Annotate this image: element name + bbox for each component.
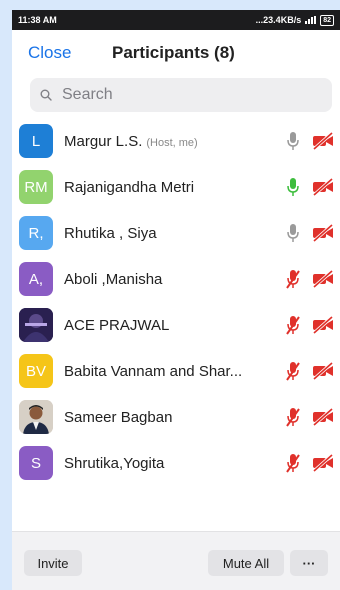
microphone-muted-icon[interactable] (286, 269, 300, 289)
video-off-icon[interactable] (312, 316, 334, 334)
microphone-muted-icon[interactable] (286, 361, 300, 381)
participant-role: (Host, me) (146, 136, 198, 149)
video-off-icon[interactable] (312, 178, 334, 196)
avatar (19, 308, 53, 342)
participant-name-text: Rajanigandha Metri (64, 178, 195, 196)
participant-name: Rajanigandha Metri (64, 179, 194, 196)
video-off-icon[interactable] (312, 224, 334, 242)
participant-name: Aboli ,Manisha (64, 271, 162, 288)
search-bar[interactable] (30, 78, 332, 112)
mute-all-button[interactable]: Mute All (208, 550, 284, 576)
search-icon (40, 89, 52, 101)
header: Close Participants (8) (12, 30, 340, 76)
microphone-icon[interactable] (286, 177, 300, 197)
participant-name-text: Babita Vannam and Shar... (64, 362, 243, 380)
signal-icon (305, 16, 317, 24)
more-options-button[interactable]: ··· (290, 550, 328, 576)
video-off-icon[interactable] (312, 362, 334, 380)
avatar (19, 400, 53, 434)
status-time: 11:38 AM (18, 15, 57, 25)
participant-name: Shrutika,Yogita (64, 455, 164, 472)
participant-name-text: Sameer Bagban (64, 408, 173, 426)
close-button[interactable]: Close (28, 43, 71, 63)
participant-name: Rhutika , Siya (64, 225, 157, 242)
status-indicators: ...23.4KB/s 82 (255, 14, 334, 26)
microphone-icon[interactable] (286, 223, 300, 243)
page-title: Participants (8) (112, 43, 235, 62)
video-off-icon[interactable] (312, 454, 334, 472)
avatar: RM (19, 170, 53, 204)
avatar: A, (19, 262, 53, 296)
avatar: S (19, 446, 53, 480)
avatar: L (19, 124, 53, 158)
status-bar: 11:38 AM ...23.4KB/s 82 (12, 10, 340, 30)
participants-screen: 11:38 AM ...23.4KB/s 82 Close Participan… (12, 10, 340, 590)
video-off-icon[interactable] (312, 408, 334, 426)
participant-name: Sameer Bagban (64, 409, 172, 426)
participant-name: ACE PRAJWAL (64, 317, 169, 334)
video-off-icon[interactable] (312, 132, 334, 150)
battery-icon: 82 (320, 14, 334, 26)
participant-row[interactable]: S Shrutika,Yogita (12, 440, 340, 486)
participant-name-text: Margur L.S. (64, 132, 143, 150)
participant-name-text: Aboli ,Manisha (64, 270, 163, 288)
microphone-icon[interactable] (286, 131, 300, 151)
participant-row[interactable]: R, Rhutika , Siya (12, 210, 340, 256)
bottom-toolbar: Invite Mute All ··· (12, 531, 340, 590)
participant-row[interactable]: RM Rajanigandha Metri (12, 164, 340, 210)
video-off-icon[interactable] (312, 270, 334, 288)
participant-row[interactable]: BV Babita Vannam and Shar... (12, 348, 340, 394)
avatar: BV (19, 354, 53, 388)
participant-row[interactable]: Sameer Bagban (12, 394, 340, 440)
network-speed: ...23.4KB/s (255, 15, 302, 25)
microphone-muted-icon[interactable] (286, 453, 300, 473)
microphone-muted-icon[interactable] (286, 407, 300, 427)
participant-name-text: ACE PRAJWAL (64, 316, 170, 334)
participant-name: Babita Vannam and Shar... (64, 363, 242, 380)
participant-name-text: Rhutika , Siya (64, 224, 157, 242)
participant-row[interactable]: A, Aboli ,Manisha (12, 256, 340, 302)
participant-name: Margur L.S. (Host, me) (64, 133, 198, 150)
participant-row[interactable]: L Margur L.S. (Host, me) (12, 118, 340, 164)
participant-name-text: Shrutika,Yogita (64, 454, 165, 472)
participant-row[interactable]: ACE PRAJWAL (12, 302, 340, 348)
microphone-muted-icon[interactable] (286, 315, 300, 335)
avatar: R, (19, 216, 53, 250)
participant-list: L Margur L.S. (Host, me) RM Rajanigandha Met… (12, 118, 340, 486)
search-input[interactable] (60, 85, 304, 105)
invite-button[interactable]: Invite (24, 550, 82, 576)
